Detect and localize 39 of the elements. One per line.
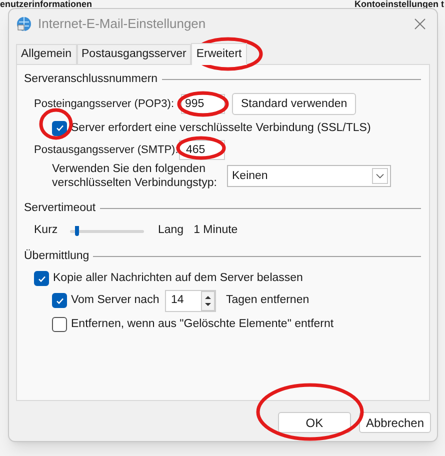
checkbox-label: Server erfordert eine verschlüsselte Verbindung (SSL/TLS): [71, 120, 371, 136]
checkbox-label: Vom Server nach: [71, 293, 160, 308]
tab[interactable]: Erweitert: [191, 43, 247, 65]
annotation-circle: [176, 90, 230, 118]
checkbox-label: Kopie aller Nachrichten auf dem Server belassen: [53, 271, 303, 286]
slider-thumb[interactable]: [75, 226, 80, 236]
checkbox[interactable]: [52, 120, 67, 136]
section-heading: enutzerinformationen: [0, 0, 92, 9]
slider-label: Kurz: [34, 222, 59, 238]
checkmark-icon: [54, 296, 64, 306]
checkmark-icon: [54, 123, 64, 134]
default-button[interactable]: Standard verwenden: [232, 93, 356, 116]
tab[interactable]: Postausgangsserver: [76, 44, 192, 64]
checkbox[interactable]: [52, 317, 67, 332]
timeout-slider[interactable]: [70, 224, 144, 238]
close-icon[interactable]: [414, 18, 426, 30]
field-label: Verwenden Sie den folgenden verschlüsselten Verbindungstyp:: [52, 162, 218, 190]
spin-arrows-icon[interactable]: [201, 290, 215, 311]
tab[interactable]: Allgemein: [16, 44, 76, 64]
checkbox[interactable]: [52, 293, 67, 308]
checkbox-label: Entfernen, wenn aus "Gelöschte Elemente" entfernt: [71, 317, 334, 332]
field-label: Posteingangsserver (POP3):: [34, 97, 176, 112]
globe-mail-icon: [16, 16, 32, 32]
group-heading: Übermittlung: [24, 248, 90, 264]
group-heading: Serveranschlussnummern: [24, 72, 158, 87]
slider-reading: 1 Minute: [194, 222, 238, 238]
section-heading: Kontoeinstellungen t: [354, 0, 444, 9]
group-heading: Servertimeout: [24, 201, 96, 216]
encryption-dropdown[interactable]: Keinen: [227, 165, 391, 188]
slider-label: Lang: [158, 222, 184, 238]
days-spinner[interactable]: 14: [165, 290, 216, 312]
window-title: Internet-E-Mail-Einstellungen: [38, 15, 206, 34]
cancel-button[interactable]: Abbrechen: [358, 412, 431, 433]
chevron-down-icon: [372, 168, 388, 184]
checkmark-icon: [36, 274, 46, 284]
field-label: Postausgangsserver (SMTP):: [34, 143, 179, 158]
spinner-suffix: Tagen entfernen: [226, 293, 310, 308]
checkbox[interactable]: [34, 271, 49, 286]
ok-button[interactable]: OK: [278, 412, 351, 433]
